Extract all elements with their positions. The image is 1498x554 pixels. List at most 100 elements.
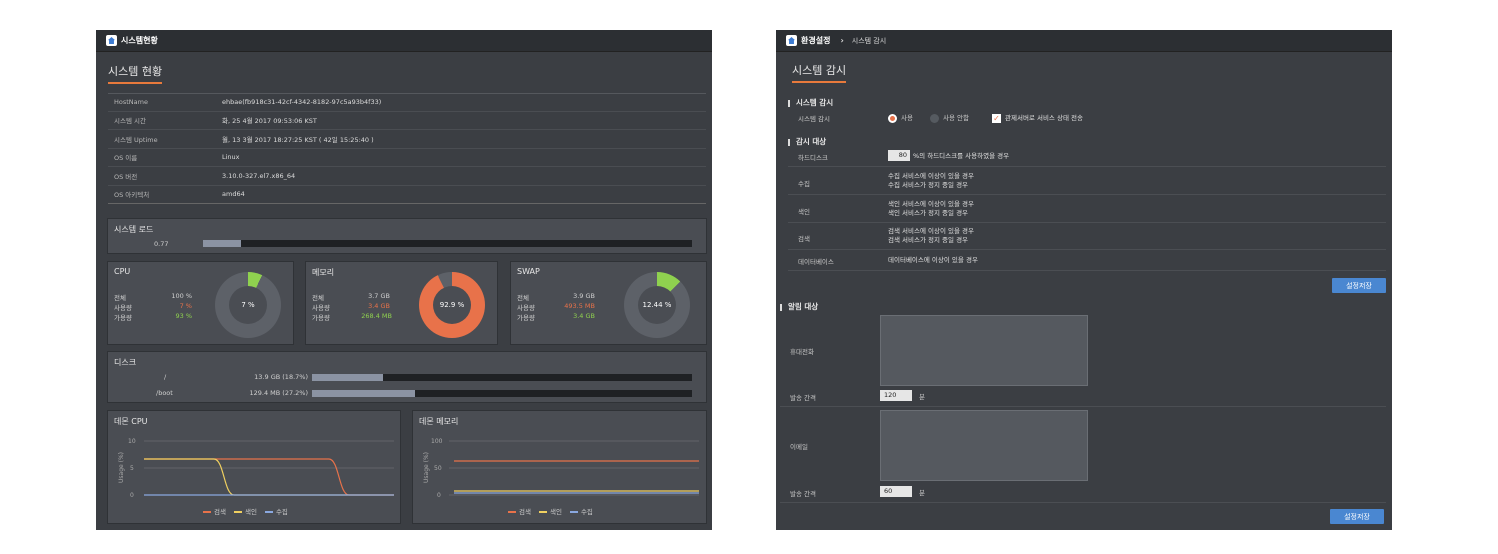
info-value: ehbae(fb918c31-42cf-4342-8182-97c5a93b4f… <box>222 97 382 106</box>
disk-bar <box>312 390 692 397</box>
disk-mount: /boot <box>156 389 173 397</box>
section-title: 감시 대상 <box>788 136 826 147</box>
interval-label: 발송 간격 <box>790 490 816 498</box>
y-tick: 100 <box>431 438 443 445</box>
cpu-box: CPU 전체 사용량 가용량 100 % 7 % 93 % 7 % <box>107 261 294 345</box>
load-value: 0.77 <box>154 240 169 248</box>
target-line: 검색 서비스에 이상이 있을 경우 <box>888 227 975 235</box>
info-value: amd64 <box>222 190 245 199</box>
load-bar-fill <box>203 240 241 247</box>
divider <box>780 502 1386 503</box>
y-axis-label: Usage (%) <box>422 452 430 483</box>
legend-label: 색인 <box>244 508 257 516</box>
phone-interval-input[interactable]: 120 <box>880 390 912 401</box>
memory-donut-chart: 92.9 % <box>419 272 485 338</box>
unit-label: 분 <box>919 489 925 497</box>
disk-threshold-text: %의 하드디스크를 사용하였을 경우 <box>913 152 1010 160</box>
radio-use[interactable]: 사용 <box>888 112 913 123</box>
target-desc: 색인 서비스에 이상이 있을 경우 색인 서비스가 정지 중일 경우 <box>888 200 974 217</box>
home-icon[interactable] <box>106 35 117 46</box>
panel-header: 시스템현황 <box>96 30 712 52</box>
info-row: OS 버전 3.10.0-327.el7.x86_64 <box>108 167 706 186</box>
radio-use-label: 사용 <box>901 114 913 122</box>
y-tick: 10 <box>128 438 136 445</box>
divider <box>788 194 1386 195</box>
system-status-panel: 시스템현황 시스템 현황 HostName ehbae(fb918c31-42cf… <box>96 30 712 530</box>
cpu-used-label: 사용량 <box>114 304 132 312</box>
swap-used-label: 사용량 <box>517 304 535 312</box>
swap-total-label: 전체 <box>517 294 529 302</box>
section-title: 시스템 감시 <box>788 97 833 108</box>
disk-usage-value: 129.4 MB (27.2%) <box>249 389 308 397</box>
cpu-free-label: 가용량 <box>114 314 132 322</box>
disk-box: 디스크 / 13.9 GB (18.7%) /boot 129.4 MB (27… <box>107 351 707 403</box>
load-bar <box>203 240 692 247</box>
divider <box>788 270 1386 271</box>
disk-label: 하드디스크 <box>798 154 828 162</box>
load-title: 시스템 로드 <box>114 225 154 234</box>
target-line: 검색 서비스가 정지 중일 경우 <box>888 235 969 244</box>
panel-header: 환경설정 › 시스템 감시 <box>776 30 1392 52</box>
radio-not-use[interactable]: 사용 안함 <box>930 112 969 123</box>
cpu-free-value: 93 % <box>175 312 192 320</box>
chart-legend: 검색 색인 수집 <box>508 506 593 516</box>
search-series-line <box>144 458 394 496</box>
disk-bar <box>312 374 692 381</box>
save-settings-button[interactable]: 설정저장 <box>1330 509 1384 524</box>
disk-mount: / <box>164 373 167 381</box>
disk-usage-value: 13.9 GB (18.7%) <box>254 373 308 381</box>
divider <box>788 166 1386 167</box>
info-row: 시스템 시간 화, 25 4월 2017 09:53:06 KST <box>108 112 706 130</box>
chevron-right-icon: › <box>840 36 844 45</box>
daemon-memory-box: 데몬 메모리 100 50 0 Usage (%) 검색 색인 수집 <box>412 410 707 524</box>
radio-not-use-label: 사용 안함 <box>943 114 969 122</box>
daemon-cpu-plot <box>144 440 394 496</box>
memory-used-value: 3.4 GB <box>368 302 390 310</box>
legend-label: 수집 <box>275 508 288 516</box>
email-interval-input[interactable]: 60 <box>880 486 912 497</box>
checkmark-icon[interactable]: ✓ <box>992 113 1001 123</box>
radio-off-icon[interactable] <box>930 113 939 123</box>
disk-bar-fill <box>312 390 416 397</box>
target-line: 수집 서비스가 정지 중일 경우 <box>888 180 969 189</box>
disk-threshold-input[interactable]: 80 <box>888 150 910 161</box>
monitor-label: 시스템 감시 <box>798 115 830 123</box>
info-value: 월, 13 3월 2017 18:27:25 KST ( 42일 15:25:4… <box>222 135 374 144</box>
radio-on-icon[interactable] <box>888 113 897 123</box>
info-key: 시스템 Uptime <box>114 135 158 144</box>
header-title: 시스템현황 <box>121 36 158 45</box>
info-key: OS 버전 <box>114 172 138 181</box>
cpu-used-value: 7 % <box>179 302 192 310</box>
target-label: 검색 <box>798 235 810 243</box>
target-line: 수집 서비스에 이상이 있을 경우 <box>888 172 975 180</box>
swap-free-label: 가용량 <box>517 314 535 322</box>
email-textarea[interactable] <box>880 410 1088 481</box>
divider <box>780 406 1386 407</box>
target-line: 색인 서비스에 이상이 있을 경우 <box>888 200 975 208</box>
cpu-title: CPU <box>114 267 131 276</box>
legend-label: 검색 <box>214 508 226 516</box>
target-desc: 수집 서비스에 이상이 있을 경우 수집 서비스가 정지 중일 경우 <box>888 172 974 189</box>
legend-index: 색인 <box>233 506 257 516</box>
target-label: 데이터베이스 <box>798 258 834 266</box>
cpu-total-label: 전체 <box>114 294 126 302</box>
send-status-checkbox[interactable]: ✓ 관제서버로 서비스 상태 전송 <box>992 112 1083 123</box>
header-title: 환경설정 <box>801 36 831 45</box>
system-monitor-panel: 환경설정 › 시스템 감시 시스템 감시 시스템 감시 시스템 감시 사용 사용… <box>776 30 1392 530</box>
memory-total-label: 전체 <box>312 294 324 302</box>
memory-free-value: 268.4 MB <box>361 312 392 320</box>
phone-textarea[interactable] <box>880 315 1088 386</box>
save-settings-button[interactable]: 설정저장 <box>1332 278 1386 293</box>
target-desc: 검색 서비스에 이상이 있을 경우 검색 서비스가 정지 중일 경우 <box>888 227 974 244</box>
system-load-box: 시스템 로드 0.77 <box>107 218 707 254</box>
page-title: 시스템 감시 <box>792 62 847 83</box>
target-desc: 데이터베이스에 이상이 있을 경우 <box>888 256 978 264</box>
legend-label: 색인 <box>549 508 562 516</box>
memory-title: 메모리 <box>312 268 335 277</box>
home-icon[interactable] <box>786 35 797 46</box>
daemon-cpu-box: 데몬 CPU 10 5 0 Usage (%) 검색 색인 수집 <box>107 410 401 524</box>
info-key: OS 이름 <box>114 154 138 163</box>
cpu-donut-chart: 7 % <box>215 272 281 338</box>
y-tick: 5 <box>130 465 134 472</box>
info-value: 화, 25 4월 2017 09:53:06 KST <box>222 117 317 126</box>
